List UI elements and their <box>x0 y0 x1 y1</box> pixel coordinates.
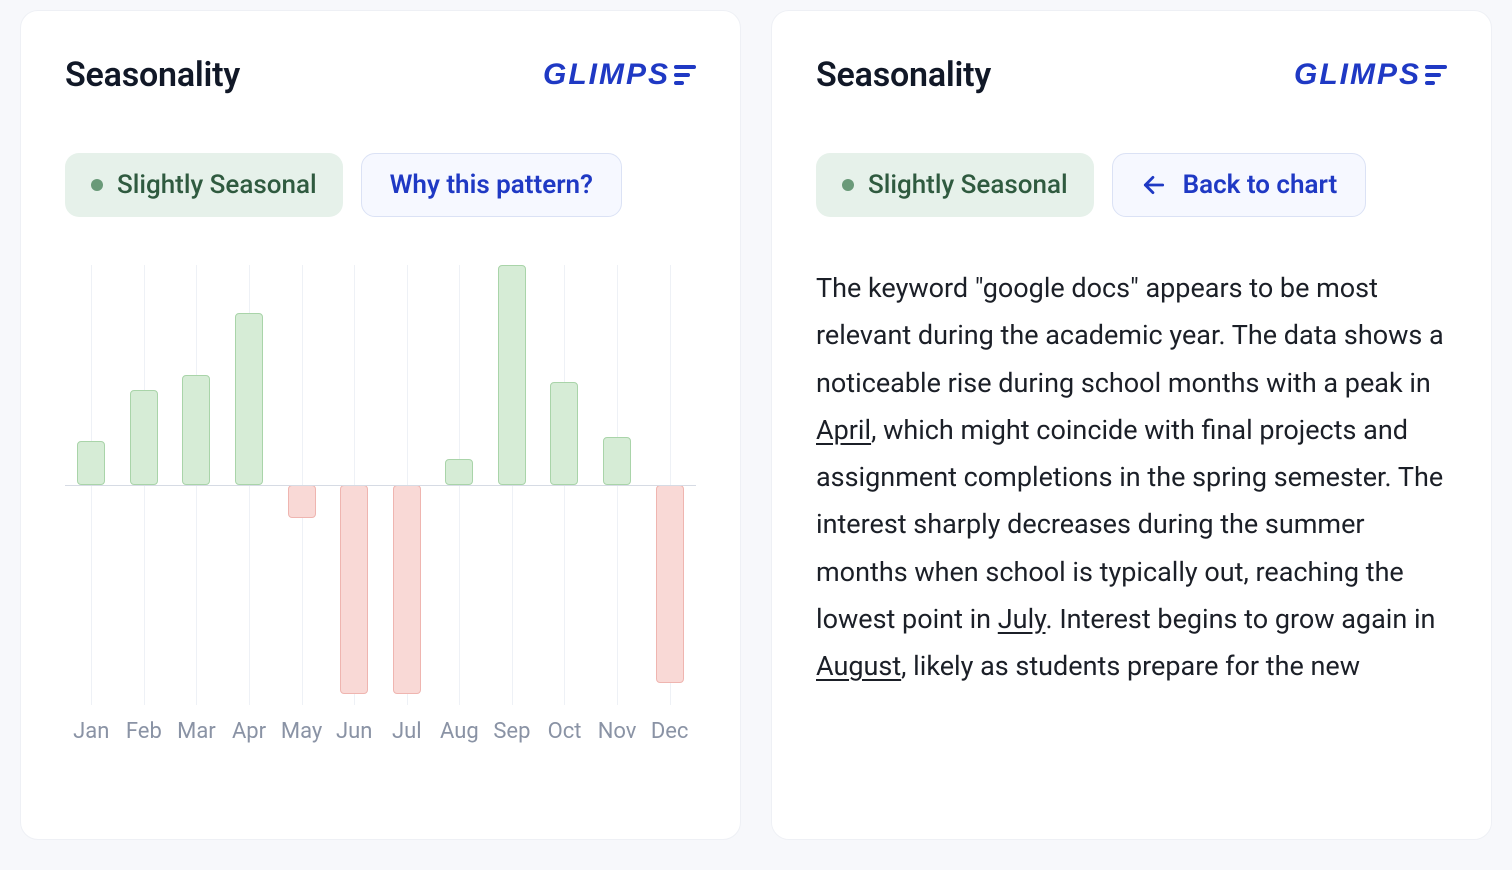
card-title: Seasonality <box>65 55 240 95</box>
card-header: Seasonality GLIMPS <box>65 55 696 95</box>
card-header: Seasonality GLIMPS <box>816 55 1447 95</box>
chart-bar <box>77 441 105 485</box>
chart-bar <box>550 382 578 485</box>
badge-label: Slightly Seasonal <box>868 170 1068 200</box>
chart-axis-line <box>65 485 696 486</box>
x-tick-label: Jun <box>328 719 381 744</box>
logo-lines-icon <box>674 65 696 85</box>
chart-bar <box>603 437 631 485</box>
seasonality-badge: Slightly Seasonal <box>816 153 1094 217</box>
chart-bar <box>393 485 421 694</box>
x-tick-label: Mar <box>170 719 223 744</box>
seasonality-explain-card: Seasonality GLIMPS Slightly Seasonal Bac… <box>771 10 1492 840</box>
chart-bar <box>182 375 210 485</box>
link-label: Why this pattern? <box>390 170 593 200</box>
logo-text: GLIMPS <box>543 58 670 92</box>
x-tick-label: Feb <box>118 719 171 744</box>
badge-label: Slightly Seasonal <box>117 170 317 200</box>
x-tick-label: Sep <box>486 719 539 744</box>
logo-lines-icon <box>1425 65 1447 85</box>
chart-bar <box>130 390 158 485</box>
link-label: Back to chart <box>1183 170 1338 200</box>
chart-bar <box>235 313 263 485</box>
x-tick-label: Apr <box>223 719 276 744</box>
x-tick-label: Oct <box>538 719 591 744</box>
explanation-text: The keyword "google docs" appears to be … <box>816 265 1447 690</box>
seasonality-chart-card: Seasonality GLIMPS Slightly Seasonal Why… <box>20 10 741 840</box>
x-tick-label: Aug <box>433 719 486 744</box>
status-dot-icon <box>91 179 103 191</box>
underline-april: April <box>816 414 871 446</box>
glimpse-logo: GLIMPS <box>543 58 696 92</box>
fade-overlay <box>772 759 1491 839</box>
why-this-pattern-button[interactable]: Why this pattern? <box>361 153 622 217</box>
pill-row: Slightly Seasonal Why this pattern? <box>65 153 696 217</box>
x-tick-label: Dec <box>643 719 696 744</box>
chart-bar <box>340 485 368 694</box>
underline-august: August <box>816 650 901 682</box>
chart-bar <box>656 485 684 683</box>
chart-bar <box>288 485 316 518</box>
arrow-left-icon <box>1141 172 1167 198</box>
x-tick-label: Jul <box>380 719 433 744</box>
x-tick-label: May <box>275 719 328 744</box>
glimpse-logo: GLIMPS <box>1294 58 1447 92</box>
back-to-chart-button[interactable]: Back to chart <box>1112 153 1367 217</box>
chart-bar <box>498 265 526 485</box>
logo-text: GLIMPS <box>1294 58 1421 92</box>
pill-row: Slightly Seasonal Back to chart <box>816 153 1447 217</box>
card-title: Seasonality <box>816 55 991 95</box>
underline-july: July <box>998 603 1046 635</box>
seasonality-bar-chart <box>65 265 696 705</box>
chart-x-axis-labels: JanFebMarAprMayJunJulAugSepOctNovDec <box>65 719 696 744</box>
x-tick-label: Jan <box>65 719 118 744</box>
status-dot-icon <box>842 179 854 191</box>
chart-bar <box>445 459 473 485</box>
seasonality-badge: Slightly Seasonal <box>65 153 343 217</box>
x-tick-label: Nov <box>591 719 644 744</box>
